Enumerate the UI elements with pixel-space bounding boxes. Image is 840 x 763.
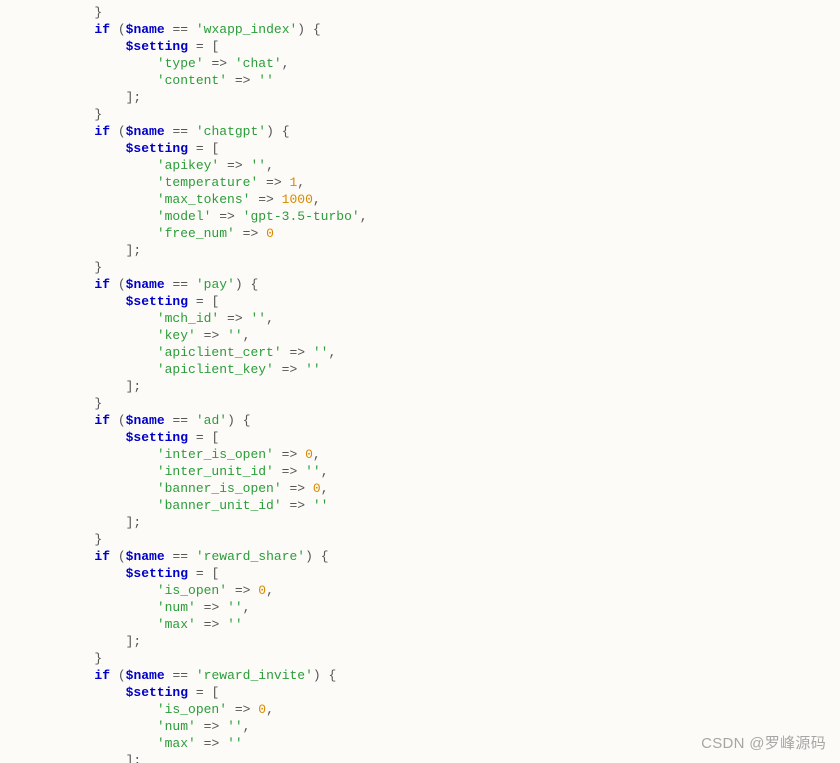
code-line: 'num' => '', [32, 600, 250, 615]
code-line: 'free_num' => 0 [32, 226, 274, 241]
code-line: 'content' => '' [32, 73, 274, 88]
code-line: 'apiclient_key' => '' [32, 362, 321, 377]
code-line: ]; [32, 515, 141, 530]
code-line: if ($name == 'pay') { [32, 277, 258, 292]
code-line: 'max' => '' [32, 736, 243, 751]
code-line: 'inter_unit_id' => '', [32, 464, 329, 479]
code-line: } [32, 532, 102, 547]
code-line: ]; [32, 753, 141, 763]
code-line: if ($name == 'chatgpt') { [32, 124, 290, 139]
code-line: 'max' => '' [32, 617, 243, 632]
code-line: 'banner_unit_id' => '' [32, 498, 328, 513]
code-line: 'apikey' => '', [32, 158, 274, 173]
code-line: if ($name == 'ad') { [32, 413, 251, 428]
code-line: ]; [32, 243, 141, 258]
code-line: ]; [32, 379, 141, 394]
code-line: if ($name == 'reward_share') { [32, 549, 329, 564]
code-line: 'mch_id' => '', [32, 311, 274, 326]
code-line: 'is_open' => 0, [32, 702, 274, 717]
code-line: } [32, 260, 102, 275]
code-line: $setting = [ [32, 685, 219, 700]
code-line: } [32, 5, 102, 20]
code-line: 'is_open' => 0, [32, 583, 274, 598]
code-line: if ($name == 'wxapp_index') { [32, 22, 321, 37]
code-line: $setting = [ [32, 566, 219, 581]
code-line: 'apiclient_cert' => '', [32, 345, 336, 360]
code-line: 'num' => '', [32, 719, 250, 734]
code-line: 'temperature' => 1, [32, 175, 305, 190]
code-line: $setting = [ [32, 430, 219, 445]
code-line: 'model' => 'gpt-3.5-turbo', [32, 209, 368, 224]
code-line: } [32, 107, 102, 122]
code-block: } if ($name == 'wxapp_index') { $setting… [0, 0, 840, 763]
code-line: ]; [32, 634, 141, 649]
code-line: 'banner_is_open' => 0, [32, 481, 329, 496]
code-line: $setting = [ [32, 141, 219, 156]
code-line: ]; [32, 90, 141, 105]
code-line: $setting = [ [32, 294, 219, 309]
code-line: } [32, 651, 102, 666]
code-line: 'inter_is_open' => 0, [32, 447, 321, 462]
code-line: 'type' => 'chat', [32, 56, 289, 71]
code-line: 'max_tokens' => 1000, [32, 192, 321, 207]
code-line: $setting = [ [32, 39, 219, 54]
code-line: 'key' => '', [32, 328, 250, 343]
code-line: } [32, 396, 102, 411]
code-line: if ($name == 'reward_invite') { [32, 668, 336, 683]
